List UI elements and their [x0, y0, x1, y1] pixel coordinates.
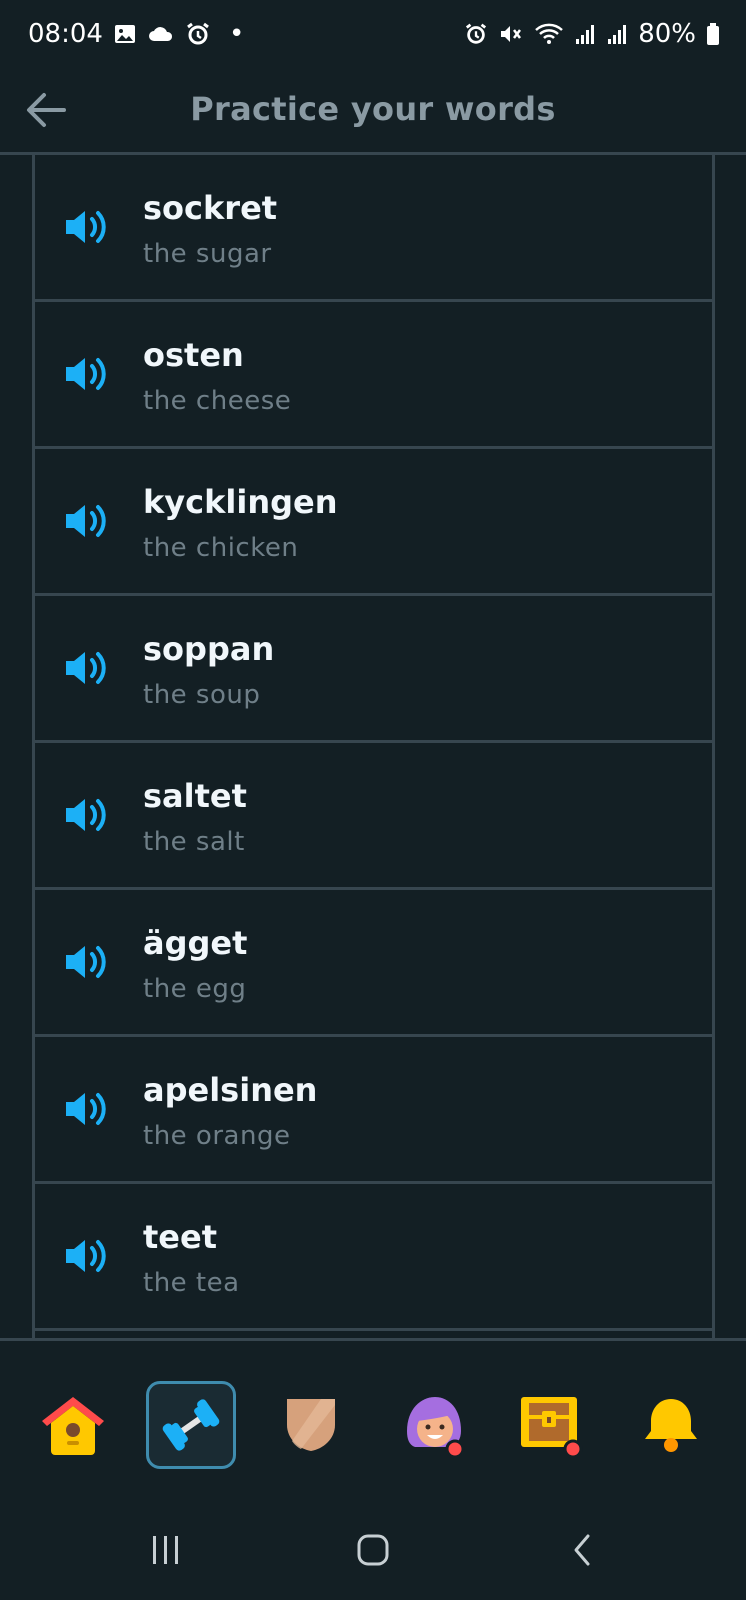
signal-icon — [574, 22, 596, 46]
word-row[interactable]: kycklingen the chicken — [35, 449, 712, 596]
nav-profile[interactable] — [388, 1381, 478, 1469]
nav-practice[interactable] — [146, 1381, 236, 1469]
back-system-button[interactable] — [568, 1530, 598, 1570]
signal-icon — [606, 22, 628, 46]
speaker-icon[interactable] — [63, 207, 111, 247]
word-text: kycklingen — [143, 483, 338, 521]
header: Practice your words — [0, 68, 746, 155]
alarm-icon — [185, 21, 211, 47]
status-right: 80% — [464, 19, 720, 49]
word-text: saltet — [143, 777, 247, 815]
speaker-icon[interactable] — [63, 648, 111, 688]
alarm-icon — [464, 22, 488, 46]
status-dot: • — [228, 19, 245, 49]
speaker-icon[interactable] — [63, 942, 111, 982]
nav-shop[interactable] — [506, 1381, 596, 1469]
chest-icon — [521, 1397, 583, 1459]
speaker-icon[interactable] — [63, 795, 111, 835]
bottom-nav — [0, 1338, 746, 1501]
word-text: apelsinen — [143, 1071, 318, 1109]
gallery-icon — [113, 22, 137, 46]
mute-icon — [498, 22, 524, 46]
shield-icon — [287, 1399, 335, 1451]
wifi-icon — [534, 22, 564, 46]
word-translation: the chicken — [143, 533, 299, 563]
word-row[interactable]: apelsinen the orange — [35, 1037, 712, 1184]
word-translation: the orange — [143, 1121, 291, 1151]
word-translation: the egg — [143, 974, 247, 1004]
speaker-icon[interactable] — [63, 1089, 111, 1129]
recent-apps-button[interactable] — [148, 1530, 184, 1570]
word-text: teet — [143, 1218, 217, 1256]
word-translation: the soup — [143, 680, 261, 710]
cloud-icon — [147, 23, 175, 45]
nav-leagues[interactable] — [266, 1381, 356, 1469]
word-row[interactable]: sockret the sugar — [35, 155, 712, 302]
status-left: 08:04 • — [28, 19, 244, 49]
system-nav-bar — [0, 1500, 746, 1600]
word-text: soppan — [143, 630, 275, 668]
house-icon — [42, 1397, 104, 1455]
dumbbell-icon — [162, 1399, 220, 1451]
speaker-icon[interactable] — [63, 354, 111, 394]
word-row[interactable]: osten the cheese — [35, 302, 712, 449]
avatar-icon — [407, 1397, 465, 1459]
nav-home[interactable] — [28, 1381, 118, 1469]
word-translation: the cheese — [143, 386, 292, 416]
word-text: ägget — [143, 924, 248, 962]
word-text: osten — [143, 336, 244, 374]
word-row[interactable]: teet the tea — [35, 1184, 712, 1331]
home-button[interactable] — [355, 1530, 391, 1570]
word-row[interactable]: ägget the egg — [35, 890, 712, 1037]
word-list[interactable]: sockret the sugar osten the cheese kyckl… — [32, 155, 715, 1338]
nav-notifications[interactable] — [628, 1381, 718, 1469]
word-translation: the salt — [143, 827, 245, 857]
word-row[interactable]: saltet the salt — [35, 743, 712, 890]
status-time: 08:04 — [28, 19, 103, 49]
battery-icon — [706, 22, 720, 46]
word-translation: the tea — [143, 1268, 240, 1298]
word-text: sockret — [143, 189, 278, 227]
word-row[interactable]: soppan the soup — [35, 596, 712, 743]
word-translation: the sugar — [143, 239, 272, 269]
bell-icon — [645, 1399, 697, 1452]
page-title: Practice your words — [190, 90, 556, 128]
status-bar: 08:04 • 80% — [0, 0, 746, 68]
speaker-icon[interactable] — [63, 1236, 111, 1276]
battery-percent: 80% — [638, 19, 696, 49]
speaker-icon[interactable] — [63, 501, 111, 541]
